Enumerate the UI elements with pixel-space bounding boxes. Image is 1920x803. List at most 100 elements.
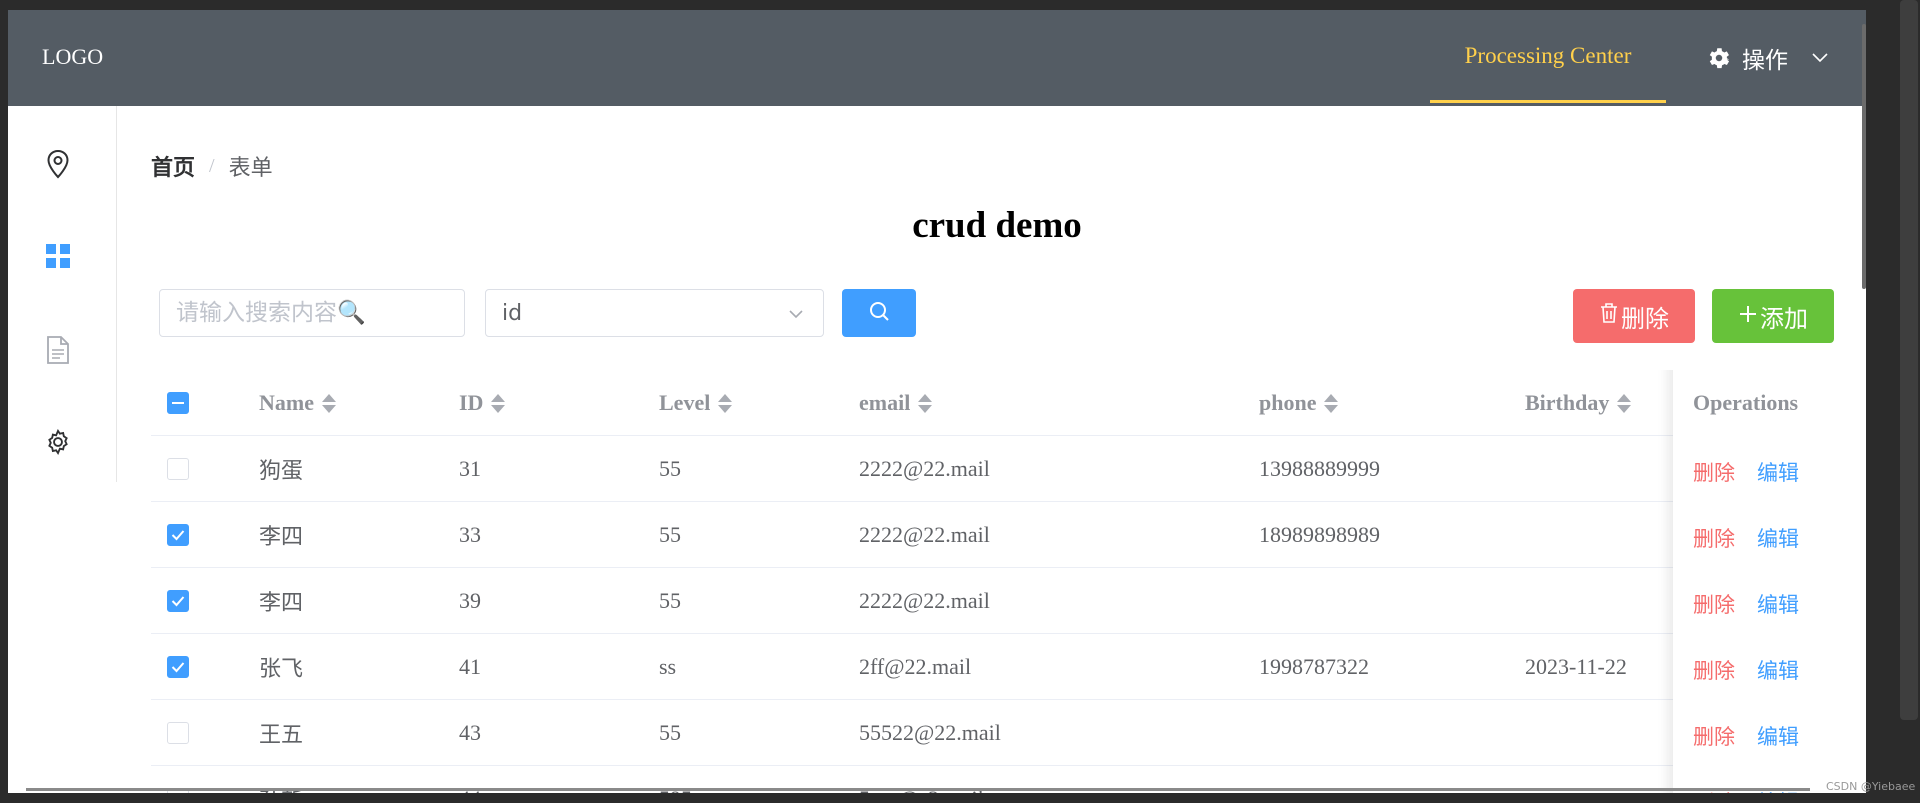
select-all-checkbox[interactable] <box>167 370 189 436</box>
table-row: 张飞 41 ss 2ff@22.mail 1998787322 2023-11-22 <box>151 634 1843 700</box>
breadcrumb-current: 表单 <box>228 155 273 180</box>
sort-icon[interactable] <box>321 393 336 413</box>
header-birthday-label: Birthday <box>1525 390 1610 415</box>
top-header: LOGO Processing Center 操作 <box>8 10 1866 106</box>
delete-label: 删除 <box>1621 304 1669 333</box>
header-name[interactable]: Name <box>259 370 336 436</box>
breadcrumb-separator: / <box>209 154 215 177</box>
add-label: 添加 <box>1760 304 1808 333</box>
header-id-label: ID <box>459 390 484 415</box>
row-delete-link[interactable]: 删除 <box>1693 589 1735 619</box>
cell-level: 55 <box>659 522 681 547</box>
row-checkbox[interactable] <box>167 436 189 502</box>
grid-icon[interactable] <box>42 240 74 272</box>
header-phone-label: phone <box>1259 390 1317 415</box>
row-delete-link[interactable]: 删除 <box>1693 721 1735 751</box>
row-operations: 删除编辑 <box>1693 439 1799 505</box>
cell-phone: 1998787322 <box>1259 654 1369 679</box>
operations-label: 操作 <box>1742 48 1788 74</box>
row-checkbox[interactable] <box>167 568 189 634</box>
cell-email: 2222@22.mail <box>859 522 990 547</box>
check-icon <box>167 590 189 612</box>
add-button[interactable]: 添加 <box>1712 289 1834 343</box>
header-email[interactable]: email <box>859 370 933 436</box>
cell-id: 43 <box>459 720 481 745</box>
table-row: 王五 43 55 55522@22.mail <box>151 700 1843 766</box>
cell-email: 2222@22.mail <box>859 456 990 481</box>
table-row: 李四 33 55 2222@22.mail 18989898989 <box>151 502 1843 568</box>
cell-email: 55522@22.mail <box>859 720 1001 745</box>
search-input[interactable] <box>159 289 465 337</box>
check-icon <box>167 656 189 678</box>
row-operations: 删除编辑 <box>1693 637 1799 703</box>
operations-column: Operations 删除编辑删除编辑删除编辑删除编辑删除编辑删除编辑 <box>1673 370 1843 793</box>
search-icon <box>868 300 890 327</box>
row-checkbox[interactable] <box>167 700 189 766</box>
sort-icon[interactable] <box>491 393 506 413</box>
select-value: id <box>502 300 523 326</box>
outer-scrollbar[interactable] <box>1900 0 1918 720</box>
row-checkbox[interactable] <box>167 634 189 700</box>
app-window: LOGO Processing Center 操作 首页 / 表单 crud d… <box>8 10 1866 793</box>
page-title: crud demo <box>912 205 1082 246</box>
operations-menu[interactable]: 操作 <box>1706 10 1828 106</box>
table-header: Name ID Level email phone Birthday <box>151 370 1843 436</box>
header-id[interactable]: ID <box>459 370 506 436</box>
row-delete-link[interactable]: 删除 <box>1693 457 1735 487</box>
row-edit-link[interactable]: 编辑 <box>1757 523 1799 553</box>
settings-icon[interactable] <box>42 426 74 458</box>
row-edit-link[interactable]: 编辑 <box>1757 589 1799 619</box>
cell-birthday: 2023-11-22 <box>1525 654 1627 679</box>
header-level-label: Level <box>659 390 711 415</box>
cell-name: 狗蛋 <box>259 458 304 483</box>
chevron-down-icon <box>787 304 805 329</box>
check-icon <box>167 524 189 546</box>
vertical-scrollbar[interactable] <box>1862 24 1866 289</box>
sort-icon[interactable] <box>718 393 733 413</box>
document-icon[interactable] <box>42 334 74 366</box>
cell-phone: 18989898989 <box>1259 522 1380 547</box>
cell-name: 王五 <box>259 722 304 747</box>
header-phone[interactable]: phone <box>1259 370 1339 436</box>
trash-icon <box>1599 302 1619 330</box>
sort-icon[interactable] <box>918 393 933 413</box>
cell-id: 39 <box>459 588 481 613</box>
main-content: 首页 / 表单 crud demo id 删除 <box>116 106 1866 793</box>
breadcrumb-home[interactable]: 首页 <box>151 150 195 182</box>
row-operations: 删除编辑 <box>1693 571 1799 637</box>
minus-icon <box>167 392 189 414</box>
row-edit-link[interactable]: 编辑 <box>1757 457 1799 487</box>
sort-icon[interactable] <box>1617 393 1632 413</box>
sort-icon[interactable] <box>1324 393 1339 413</box>
row-delete-link[interactable]: 删除 <box>1693 523 1735 553</box>
row-edit-link[interactable]: 编辑 <box>1757 655 1799 685</box>
logo: LOGO <box>42 44 104 69</box>
nav-item-processing-center[interactable]: Processing Center <box>1430 10 1666 103</box>
data-table: Name ID Level email phone Birthday 狗蛋 31 5… <box>151 370 1843 793</box>
row-operations: 删除编辑 <box>1693 703 1799 769</box>
header-birthday[interactable]: Birthday <box>1525 370 1632 436</box>
row-operations: 删除编辑 <box>1693 505 1799 571</box>
row-delete-link[interactable]: 删除 <box>1693 655 1735 685</box>
row-checkbox[interactable] <box>167 502 189 568</box>
cell-level: ss <box>659 654 677 679</box>
breadcrumb: 首页 / 表单 <box>151 150 273 182</box>
cell-id: 41 <box>459 654 481 679</box>
horizontal-scrollbar[interactable] <box>26 788 1810 791</box>
cell-id: 31 <box>459 456 481 481</box>
row-edit-link[interactable]: 编辑 <box>1757 721 1799 751</box>
location-icon[interactable] <box>42 148 74 180</box>
header-level[interactable]: Level <box>659 370 733 436</box>
header-name-label: Name <box>259 390 314 415</box>
header-email-label: email <box>859 390 911 415</box>
chevron-down-icon <box>1812 53 1828 63</box>
cell-id: 33 <box>459 522 481 547</box>
delete-button[interactable]: 删除 <box>1573 289 1695 343</box>
cell-email: 2222@22.mail <box>859 588 990 613</box>
cell-level: 55 <box>659 720 681 745</box>
search-field-select[interactable]: id <box>485 289 824 337</box>
search-button[interactable] <box>842 289 916 337</box>
cell-level: 55 <box>659 456 681 481</box>
plus-icon <box>1738 302 1758 330</box>
gear-icon <box>1706 45 1732 71</box>
